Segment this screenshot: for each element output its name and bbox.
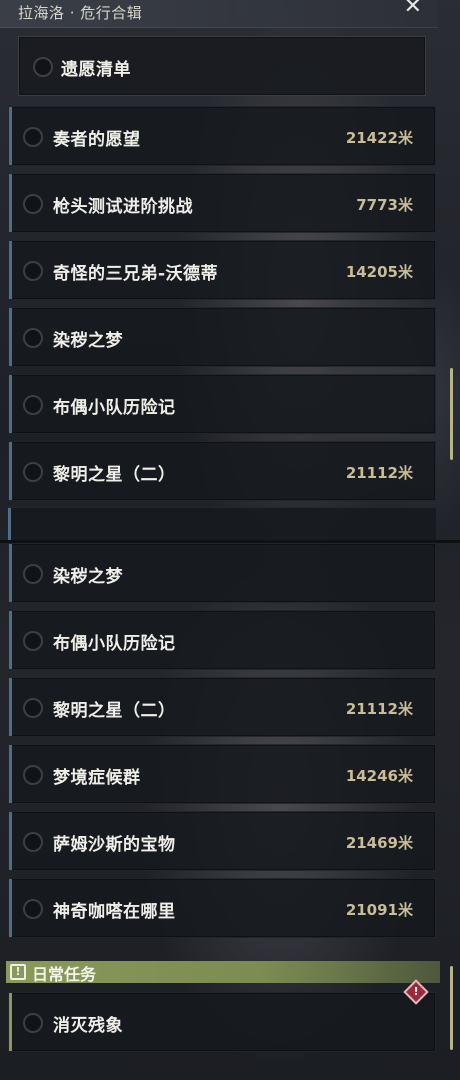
radio-icon[interactable] <box>23 395 43 415</box>
radio-icon[interactable] <box>23 899 43 919</box>
wishlist-row[interactable]: 遗愿清单 <box>18 36 426 96</box>
row-accent <box>9 745 12 803</box>
daily-section-title: 日常任务 <box>32 965 97 984</box>
row-accent <box>9 812 12 870</box>
quest-distance: 21469米 <box>345 834 413 852</box>
quest-name: 染秽之梦 <box>53 567 123 587</box>
quest-distance: 14246米 <box>345 767 413 785</box>
alert-icon-glyph: ! <box>413 985 419 998</box>
quest-row[interactable]: 染秽之梦 <box>8 307 436 367</box>
quest-distance: 21112米 <box>345 700 413 718</box>
quest-name: 布偶小队历险记 <box>53 634 176 654</box>
quest-row[interactable]: 布偶小队历险记 <box>8 610 436 670</box>
quest-row-partial[interactable] <box>8 507 436 540</box>
daily-quest-row[interactable]: 消灭残象 ! <box>8 979 436 1052</box>
row-accent <box>9 993 12 1051</box>
quest-row[interactable]: 染秽之梦 <box>8 543 436 603</box>
quest-distance: 21422米 <box>345 129 413 147</box>
radio-icon[interactable] <box>23 462 43 482</box>
row-accent <box>9 375 12 433</box>
radio-icon[interactable] <box>23 698 43 718</box>
quest-distance: 21091米 <box>345 901 413 919</box>
quest-name: 奏者的愿望 <box>53 130 141 150</box>
scrollbar-thumb[interactable] <box>450 368 453 460</box>
quest-row[interactable]: 枪头测试进阶挑战 7773米 <box>8 173 436 233</box>
radio-icon[interactable] <box>23 194 43 214</box>
row-accent <box>9 879 12 937</box>
radio-icon[interactable] <box>23 765 43 785</box>
quest-name: 染秽之梦 <box>53 331 123 351</box>
panel-title: 拉海洛 · 危行合辑 <box>18 4 143 22</box>
radio-icon[interactable] <box>33 57 53 77</box>
quest-row[interactable]: 萨姆沙斯的宝物 21469米 <box>8 811 436 871</box>
quest-row[interactable]: 奏者的愿望 21422米 <box>8 106 436 166</box>
quest-row[interactable]: 奇怪的三兄弟-沃德蒂 14205米 <box>8 240 436 300</box>
close-icon[interactable]: ✕ <box>404 0 422 19</box>
quest-row[interactable]: 梦境症候群 14246米 <box>8 744 436 804</box>
quest-distance: 21112米 <box>345 464 413 482</box>
quest-name: 神奇咖嗒在哪里 <box>53 902 176 922</box>
quest-name: 萨姆沙斯的宝物 <box>53 835 176 855</box>
quest-name: 梦境症候群 <box>53 768 141 788</box>
wishlist-label: 遗愿清单 <box>61 60 131 80</box>
row-accent <box>9 544 12 602</box>
quest-name: 消灭残象 <box>53 1016 123 1036</box>
quest-name: 布偶小队历险记 <box>53 398 176 418</box>
radio-icon[interactable] <box>23 127 43 147</box>
quest-name: 枪头测试进阶挑战 <box>53 197 193 217</box>
daily-section-header: ! 日常任务 <box>6 961 440 984</box>
row-accent <box>9 174 12 232</box>
quest-name: 奇怪的三兄弟-沃德蒂 <box>53 264 219 284</box>
quest-name: 黎明之星（二） <box>53 465 176 485</box>
row-accent <box>9 107 12 165</box>
quest-row[interactable]: 黎明之星（二） 21112米 <box>8 677 436 737</box>
quest-distance: 14205米 <box>345 263 413 281</box>
row-accent <box>9 678 12 736</box>
notice-icon: ! <box>10 964 26 980</box>
scrollbar-thumb[interactable] <box>450 966 453 1050</box>
row-accent <box>9 611 12 669</box>
radio-icon[interactable] <box>23 1013 43 1033</box>
panel-header: 拉海洛 · 危行合辑 ✕ <box>0 0 438 28</box>
radio-icon[interactable] <box>23 261 43 281</box>
quest-row[interactable]: 黎明之星（二） 21112米 <box>8 441 436 501</box>
row-accent <box>9 241 12 299</box>
quest-panel-top: 拉海洛 · 危行合辑 ✕ 遗愿清单 奏者的愿望 21422米 枪头测试进阶挑战 … <box>0 0 460 540</box>
radio-icon[interactable] <box>23 631 43 651</box>
row-accent <box>9 442 12 500</box>
quest-distance: 7773米 <box>356 196 413 214</box>
radio-icon[interactable] <box>23 832 43 852</box>
radio-icon[interactable] <box>23 328 43 348</box>
radio-icon[interactable] <box>23 564 43 584</box>
quest-name: 黎明之星（二） <box>53 701 176 721</box>
quest-row[interactable]: 神奇咖嗒在哪里 21091米 <box>8 878 436 938</box>
row-accent <box>8 508 11 540</box>
row-accent <box>9 308 12 366</box>
quest-row[interactable]: 布偶小队历险记 <box>8 374 436 434</box>
